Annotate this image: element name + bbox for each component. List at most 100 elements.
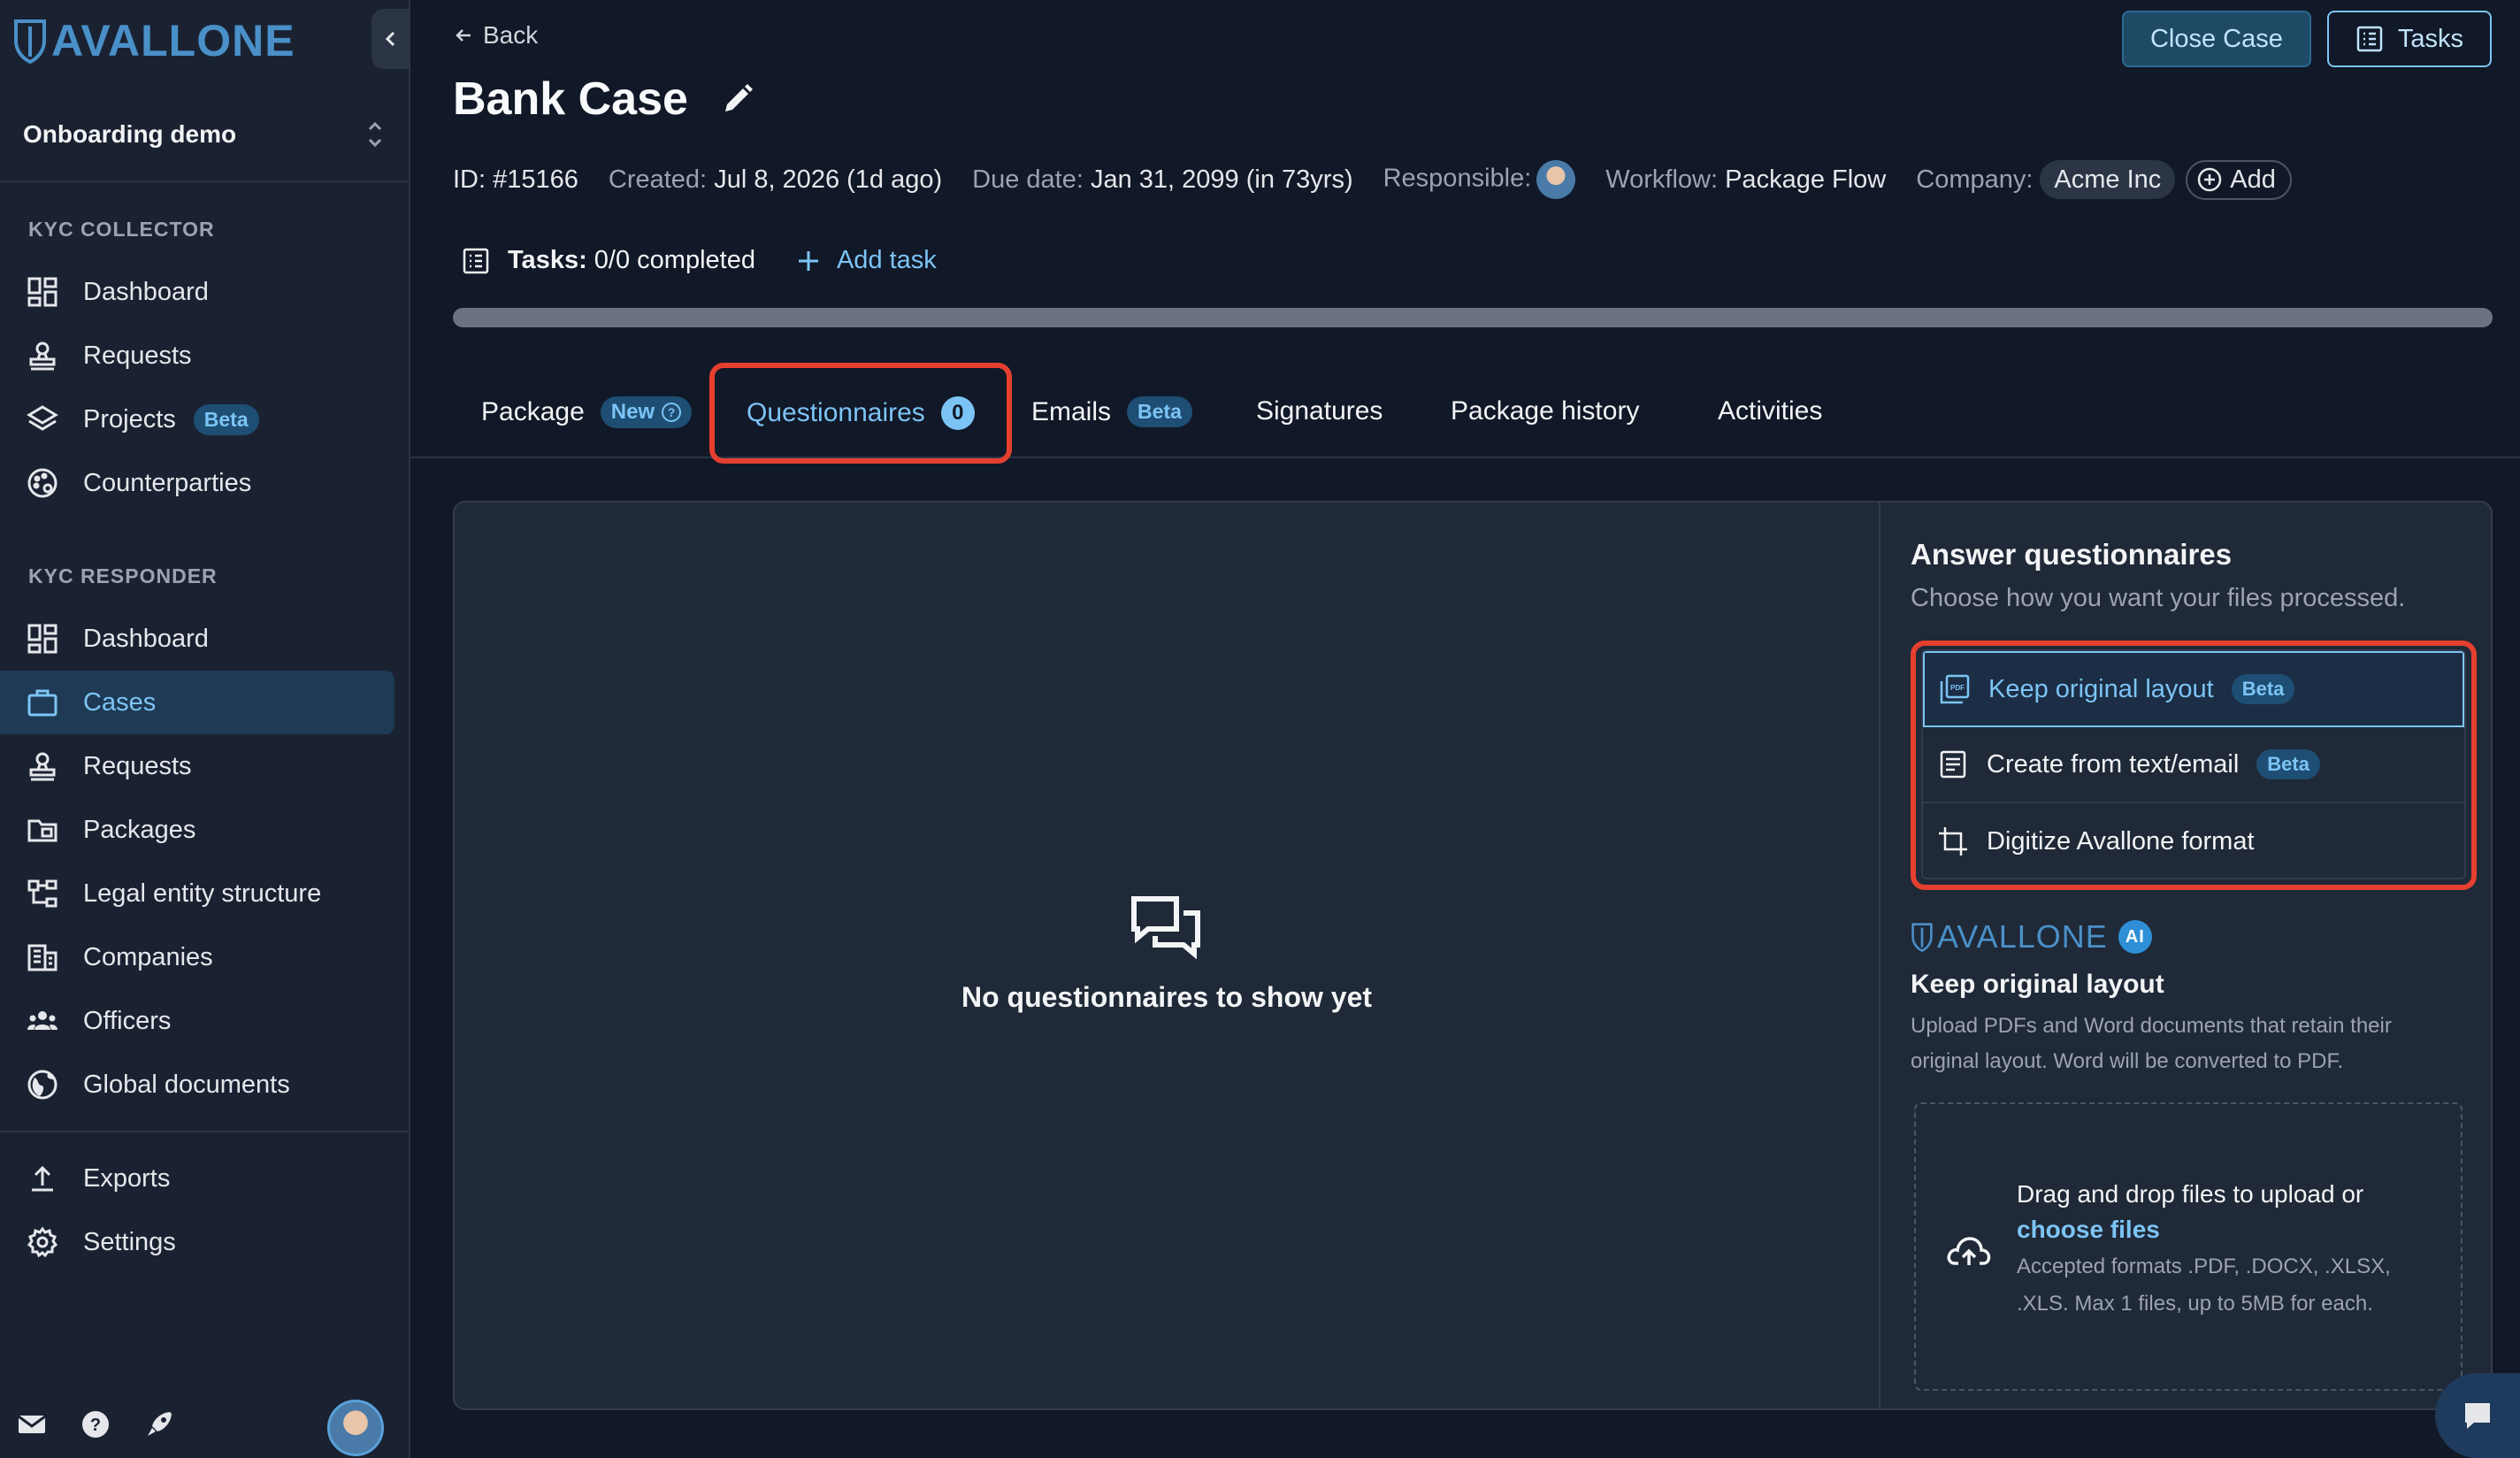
sidebar-item-packages[interactable]: Packages [0, 798, 394, 862]
gear-icon [27, 1226, 58, 1258]
list-icon [2356, 26, 2383, 52]
checklist-icon [463, 248, 489, 273]
section-label-kyc-responder: KYC RESPONDER [28, 564, 218, 587]
palette-icon [27, 468, 57, 498]
tasks-label: Tasks [2397, 24, 2463, 53]
sidebar-item-projects[interactable]: Projects Beta [0, 388, 394, 451]
tab-package[interactable]: Package New ? [481, 396, 693, 428]
stamp-icon [29, 341, 56, 371]
tasks-row: Tasks: 0/0 completed Add task [462, 246, 937, 275]
beta-badge: Beta [193, 403, 259, 435]
highlight-tab-questionnaires [709, 363, 1012, 464]
tasks-progress-bar [453, 308, 2493, 327]
sidebar-item-responder-dashboard[interactable]: Dashboard [0, 607, 394, 671]
answer-subtitle: Choose how you want your files processed… [1911, 584, 2406, 612]
globe-icon [27, 1070, 57, 1100]
responsible-avatar[interactable] [1536, 160, 1576, 199]
sidebar-item-cases[interactable]: Cases [0, 671, 394, 734]
back-label: Back [483, 21, 539, 49]
arrow-left-icon [456, 29, 471, 42]
option-detail-description: Upload PDFs and Word documents that reta… [1911, 1014, 2392, 1073]
option-detail-title: Keep original layout [1911, 970, 2164, 999]
company-pill[interactable]: Acme Inc [2040, 159, 2176, 199]
sidebar-item-global-documents[interactable]: Global documents [0, 1053, 394, 1117]
nav-label: Companies [83, 942, 213, 971]
mail-icon[interactable] [16, 1408, 48, 1440]
panel-divider [1879, 503, 1880, 1408]
header-actions: Close Case Tasks [2121, 11, 2492, 67]
avallone-logo[interactable]: AVALLONE [12, 16, 295, 65]
questionnaires-panel: No questionnaires to show yet Answer que… [453, 501, 2493, 1410]
empty-state-text: No questionnaires to show yet [961, 981, 1373, 1013]
chat-bubbles-icon [1131, 896, 1200, 960]
nav-label: Global documents [83, 1070, 290, 1099]
svg-text:?: ? [668, 405, 676, 419]
tab-emails[interactable]: Emails Beta [1031, 396, 1192, 427]
building-icon [27, 944, 57, 971]
close-case-label: Close Case [2149, 24, 2283, 53]
highlight-processing-options [1911, 641, 2477, 890]
add-company-button[interactable]: Add [2186, 159, 2292, 200]
nav-label: Dashboard [83, 277, 209, 306]
file-dropzone[interactable]: Drag and drop files to upload or choose … [1914, 1102, 2463, 1391]
tab-signatures[interactable]: Signatures [1256, 396, 1383, 426]
pencil-edit-icon[interactable] [720, 81, 755, 117]
sidebar-item-exports[interactable]: Exports [0, 1147, 394, 1210]
org-switcher[interactable]: Onboarding demo [23, 113, 386, 156]
tasks-button[interactable]: Tasks [2326, 11, 2492, 67]
svg-text:?: ? [90, 1416, 101, 1435]
hierarchy-icon [27, 879, 57, 908]
nav-label: Packages [83, 815, 196, 844]
nav-label: Counterparties [83, 468, 252, 497]
nav-label: Requests [83, 341, 192, 370]
chevron-left-icon [385, 31, 395, 47]
sidebar-item-collector-requests[interactable]: Requests [0, 324, 394, 388]
stamp-icon [29, 752, 56, 781]
sidebar-item-counterparties[interactable]: Counterparties [0, 451, 394, 515]
nav-label: Projects [83, 404, 176, 434]
cloud-upload-icon [1947, 1237, 1991, 1265]
shield-logo-icon [14, 19, 46, 64]
choose-files-link[interactable]: choose files [2017, 1212, 2441, 1247]
briefcase-icon [27, 689, 57, 717]
sidebar-item-collector-dashboard[interactable]: Dashboard [0, 260, 394, 324]
back-link[interactable]: Back [453, 21, 538, 50]
help-circle-icon: ? [662, 403, 682, 422]
accepted-formats: Accepted formats .PDF, .DOCX, .XLSX, .XL… [2017, 1255, 2391, 1316]
created-meta: Created: Jul 8, 2026 (1d ago) [608, 165, 943, 194]
tab-activities[interactable]: Activities [1718, 396, 1822, 426]
user-avatar[interactable] [327, 1400, 384, 1456]
case-id: ID: #15166 [453, 165, 578, 194]
sidebar-divider [0, 1131, 409, 1132]
add-task-button[interactable]: Add task [796, 246, 937, 275]
sidebar-item-responder-requests[interactable]: Requests [0, 734, 394, 798]
case-title: Bank Case [453, 73, 688, 125]
ai-badge: AI [2118, 920, 2152, 954]
section-label-kyc-collector: KYC COLLECTOR [28, 218, 215, 241]
sidebar-item-officers[interactable]: Officers [0, 989, 394, 1053]
case-meta: ID: #15166 Created: Jul 8, 2026 (1d ago)… [453, 159, 2292, 200]
folder-icon [27, 819, 57, 842]
layers-icon [27, 405, 58, 431]
sidebar-divider [0, 180, 409, 182]
tab-package-history[interactable]: Package history [1451, 396, 1639, 426]
chat-support-button[interactable] [2435, 1373, 2520, 1458]
collapse-sidebar-button[interactable] [371, 9, 410, 69]
close-case-button[interactable]: Close Case [2121, 11, 2311, 67]
sidebar-footer: ? [0, 1391, 409, 1458]
sidebar-item-legal-entity-structure[interactable]: Legal entity structure [0, 862, 394, 925]
new-badge: New ? [600, 396, 693, 428]
dashboard-icon [27, 277, 57, 307]
company-meta: Company: Acme Inc [1916, 159, 2176, 199]
sidebar-item-settings[interactable]: Settings [0, 1210, 394, 1274]
sidebar-item-companies[interactable]: Companies [0, 925, 394, 989]
avallone-ai-brand: AVALLONE AI [1911, 918, 2152, 955]
rocket-icon[interactable] [143, 1408, 175, 1440]
help-icon[interactable]: ? [80, 1408, 111, 1440]
nav-label: Requests [83, 751, 192, 780]
responsible-meta: Responsible: [1383, 160, 1576, 199]
dashboard-icon [27, 624, 57, 654]
plus-circle-icon [2198, 167, 2222, 192]
logo-text: AVALLONE [51, 16, 295, 65]
tasks-summary: Tasks: 0/0 completed [462, 246, 755, 275]
